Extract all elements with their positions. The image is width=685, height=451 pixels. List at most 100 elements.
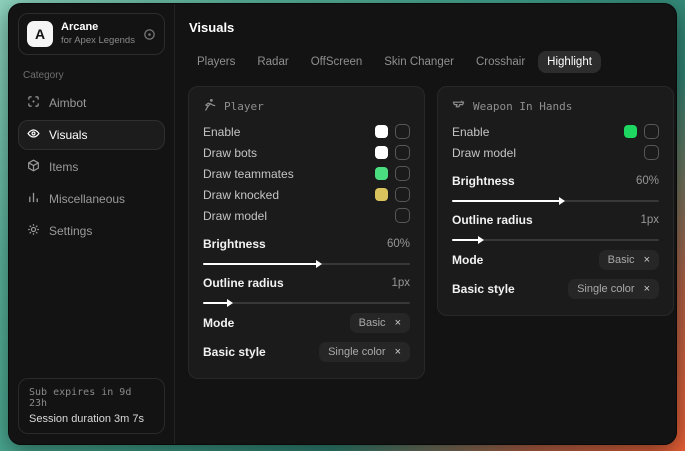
setting-label: Enable [203, 125, 240, 139]
slider-value: 1px [391, 277, 410, 289]
main-area: Visuals PlayersRadarOffScreenSkin Change… [175, 4, 677, 444]
slider-fill [452, 200, 560, 202]
slider-value: 60% [636, 175, 659, 187]
toggle-row: Draw model [203, 205, 410, 226]
panels-container: Player Enable Draw bots Draw teammates Draw… [188, 86, 674, 379]
sidebar-item-aimbot[interactable]: Aimbot [18, 88, 165, 118]
app-window: A Arcane for Apex Legends Category Aimbo… [8, 3, 677, 445]
slider-group: Brightness60% [203, 233, 410, 265]
select-value: Basic [359, 317, 386, 329]
slider[interactable] [203, 263, 410, 265]
select-row: Mode Basic × [203, 310, 410, 336]
tab-players[interactable]: Players [188, 51, 244, 73]
setting-label: Brightness [452, 174, 515, 188]
clear-icon[interactable]: × [644, 284, 650, 295]
toggle-controls [375, 187, 410, 202]
setting-label: Draw bots [203, 146, 257, 160]
target-icon[interactable] [143, 28, 156, 41]
color-swatch[interactable] [624, 125, 637, 138]
desktop-background: A Arcane for Apex Legends Category Aimbo… [0, 0, 685, 451]
checkbox[interactable] [395, 145, 410, 160]
sidebar-item-miscellaneous[interactable]: Miscellaneous [18, 184, 165, 214]
select-value: Single color [577, 283, 634, 295]
tab-radar[interactable]: Radar [248, 51, 297, 73]
setting-label: Basic style [452, 282, 515, 296]
color-swatch[interactable] [375, 167, 388, 180]
slider[interactable] [452, 239, 659, 241]
app-name: Arcane [61, 21, 135, 35]
checkbox[interactable] [644, 145, 659, 160]
setting-label: Brightness [203, 237, 266, 251]
color-swatch[interactable] [375, 146, 388, 159]
sidebar-item-visuals[interactable]: Visuals [18, 120, 165, 150]
player-icon [203, 98, 216, 114]
color-swatch[interactable] [375, 125, 388, 138]
toggle-controls [375, 166, 410, 181]
sidebar-item-label: Settings [49, 224, 92, 238]
setting-label: Outline radius [203, 276, 284, 290]
clear-icon[interactable]: × [395, 347, 401, 358]
slider-fill [203, 302, 228, 304]
tab-bar: PlayersRadarOffScreenSkin ChangerCrossha… [188, 51, 674, 73]
select-value: Single color [328, 346, 385, 358]
session-card: Sub expires in 9d 23h Session duration 3… [18, 378, 165, 434]
checkbox[interactable] [395, 166, 410, 181]
setting-label: Mode [452, 253, 483, 267]
toggle-controls [624, 124, 659, 139]
clear-icon[interactable]: × [644, 255, 650, 266]
page-title: Visuals [189, 20, 674, 35]
select-pill[interactable]: Single color × [319, 342, 410, 362]
sidebar-spacer [18, 246, 165, 378]
slider[interactable] [203, 302, 410, 304]
sidebar-item-label: Items [49, 160, 78, 174]
bars-icon [27, 191, 40, 207]
toggle-row: Draw knocked [203, 184, 410, 205]
select-pill[interactable]: Basic × [599, 250, 659, 270]
setting-label: Mode [203, 316, 234, 330]
sub-expires-text: Sub expires in 9d 23h [29, 387, 154, 409]
setting-label: Draw model [203, 209, 267, 223]
box-icon [27, 159, 40, 175]
checkbox[interactable] [395, 124, 410, 139]
select-pill[interactable]: Single color × [568, 279, 659, 299]
clear-icon[interactable]: × [395, 318, 401, 329]
sidebar-item-items[interactable]: Items [18, 152, 165, 182]
toggle-row: Enable [203, 121, 410, 142]
tab-skin-changer[interactable]: Skin Changer [375, 51, 463, 73]
slider-group: Outline radius 1px [203, 272, 410, 304]
setting-label: Basic style [203, 345, 266, 359]
slider-label-row: Brightness60% [203, 233, 410, 254]
sidebar-item-settings[interactable]: Settings [18, 216, 165, 246]
sidebar-item-label: Aimbot [49, 96, 86, 110]
slider-group: Brightness 60% [452, 170, 659, 202]
slider-group: Outline radius1px [452, 209, 659, 241]
toggle-controls [375, 124, 410, 139]
tab-offscreen[interactable]: OffScreen [302, 51, 372, 73]
color-swatch[interactable] [375, 188, 388, 201]
tab-crosshair[interactable]: Crosshair [467, 51, 534, 73]
panel-weapon-header: Weapon In Hands [452, 98, 659, 114]
sidebar-nav: Aimbot Visuals Items Miscellaneous Setti… [18, 88, 165, 246]
checkbox[interactable] [644, 124, 659, 139]
select-pill[interactable]: Basic × [350, 313, 410, 333]
slider[interactable] [452, 200, 659, 202]
panel-weapon: Weapon In Hands EnableDraw modelBrightne… [437, 86, 674, 316]
panel-title: Player [224, 100, 264, 113]
setting-label: Draw teammates [203, 167, 294, 181]
toggle-controls [395, 208, 410, 223]
select-row: Mode Basic × [452, 247, 659, 273]
checkbox[interactable] [395, 208, 410, 223]
panel-player-body: Enable Draw bots Draw teammates Draw knocke… [203, 121, 410, 365]
sidebar-item-label: Visuals [49, 128, 87, 142]
tab-highlight[interactable]: Highlight [538, 51, 601, 73]
toggle-row: Draw bots [203, 142, 410, 163]
checkbox[interactable] [395, 187, 410, 202]
gear-icon [27, 223, 40, 239]
session-duration-text: Session duration 3m 7s [29, 413, 154, 425]
slider-value: 1px [640, 214, 659, 226]
select-value: Basic [608, 254, 635, 266]
app-subtitle: for Apex Legends [61, 35, 135, 47]
slider-fill [452, 239, 479, 241]
toggle-row: Draw model [452, 142, 659, 163]
select-row: Basic style Single color × [452, 276, 659, 302]
